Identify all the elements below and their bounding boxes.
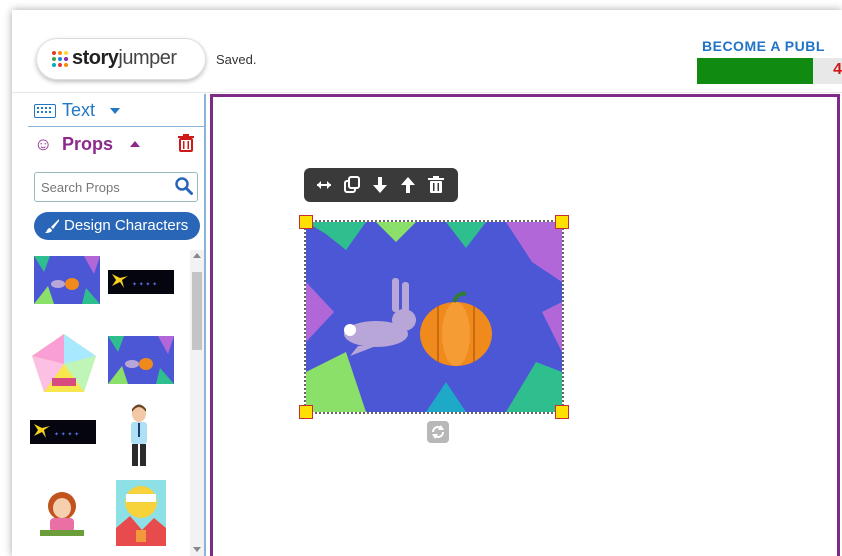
progress-bar: 4	[697, 58, 842, 84]
keyboard-icon	[34, 104, 56, 118]
logo-text: storyjumper	[72, 47, 177, 70]
props-panel-header[interactable]: ☺ Props	[28, 128, 204, 160]
progress-number: 4	[833, 61, 842, 78]
delete-icon[interactable]	[426, 175, 446, 195]
logo-text-jumper: jumper	[118, 47, 177, 69]
search-props-box	[34, 172, 198, 202]
scrollbar-thumb[interactable]	[192, 272, 202, 350]
selected-prop[interactable]	[299, 215, 569, 419]
prop-thumbnail-pumpkin-bunny[interactable]	[34, 256, 100, 304]
search-props-input[interactable]	[39, 176, 169, 198]
resize-handle-top-right[interactable]	[555, 215, 569, 229]
sidebar: Text ☺ Props Search Props Design Charact…	[28, 94, 206, 556]
prop-thumbnail-book-cover[interactable]	[116, 480, 166, 546]
resize-handle-bottom-left[interactable]	[299, 405, 313, 419]
storyjumper-logo[interactable]: storyjumper	[36, 38, 206, 80]
rotate-button[interactable]	[427, 421, 449, 443]
paintbrush-icon	[45, 219, 59, 233]
rotate-icon	[432, 425, 444, 439]
text-panel-label: Text	[62, 100, 96, 120]
props-scrollbar[interactable]	[190, 250, 204, 556]
smiley-icon: ☺	[34, 134, 53, 154]
trash-icon[interactable]	[178, 134, 194, 152]
search-icon[interactable]	[175, 177, 193, 195]
props-panel-label: Props	[62, 134, 114, 154]
svg-text:✦ ✦ ✦ ✦: ✦ ✦ ✦ ✦	[132, 281, 157, 288]
prop-thumbnail-pumpkin-bunny-2[interactable]	[108, 336, 174, 384]
logo-text-story: story	[72, 47, 119, 69]
editor-canvas	[208, 94, 842, 556]
prop-toolbar	[304, 168, 458, 202]
props-grid: ✦ ✦ ✦ ✦ ✦ ✦ ✦ ✦	[28, 248, 188, 556]
svg-text:✦ ✦ ✦ ✦: ✦ ✦ ✦ ✦	[54, 431, 79, 438]
chevron-up-icon	[130, 141, 140, 147]
resize-handle-bottom-right[interactable]	[555, 405, 569, 419]
save-status: Saved.	[216, 52, 257, 67]
pumpkin-bunny-image[interactable]	[306, 222, 562, 412]
scroll-down-arrow-icon[interactable]	[193, 547, 201, 552]
duplicate-icon[interactable]	[342, 175, 362, 195]
prop-thumbnail-colorful-pentagon[interactable]	[30, 332, 98, 394]
chevron-down-icon	[110, 108, 120, 114]
logo-dots-icon	[52, 51, 68, 67]
scroll-up-arrow-icon[interactable]	[193, 253, 201, 258]
design-characters-button[interactable]: Design Characters	[34, 212, 200, 240]
header: storyjumper Saved. BECOME A PUBL 4	[12, 10, 842, 93]
prop-thumbnail-stars-banner[interactable]: ✦ ✦ ✦ ✦	[108, 270, 174, 294]
app-window: storyjumper Saved. BECOME A PUBL 4 Text …	[12, 10, 842, 556]
design-characters-label: Design Characters	[64, 217, 189, 234]
become-publisher-link[interactable]: BECOME A PUBL	[702, 38, 825, 54]
progress-bar-fill	[697, 58, 813, 84]
resize-icon[interactable]	[314, 175, 334, 195]
send-back-icon[interactable]	[370, 175, 390, 195]
bring-front-icon[interactable]	[398, 175, 418, 195]
resize-handle-top-left[interactable]	[299, 215, 313, 229]
text-panel-header[interactable]: Text	[28, 94, 204, 127]
prop-thumbnail-stars-banner-2[interactable]: ✦ ✦ ✦ ✦	[30, 420, 96, 444]
prop-thumbnail-man-character[interactable]	[124, 404, 154, 470]
prop-thumbnail-girl-character[interactable]	[38, 488, 86, 536]
